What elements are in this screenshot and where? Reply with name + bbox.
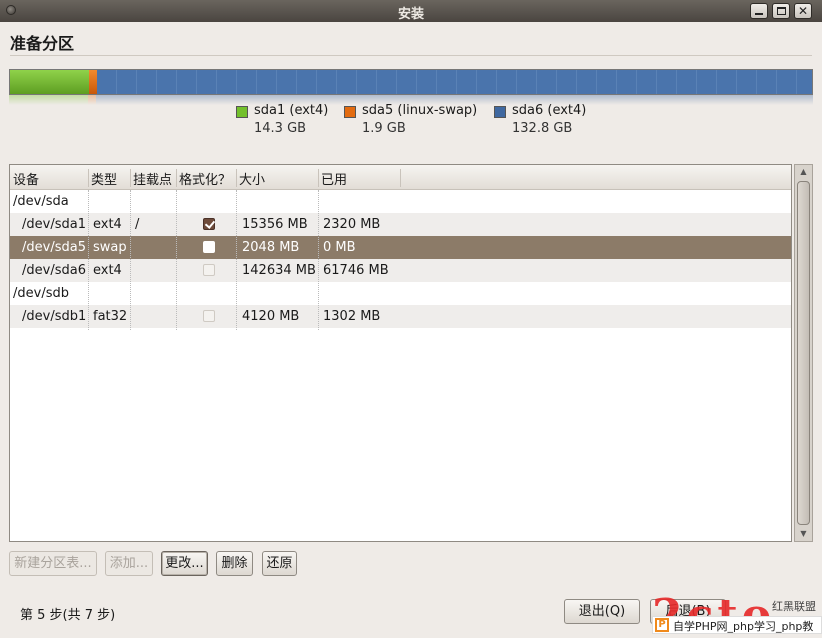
quit-button[interactable]: 退出(Q) xyxy=(564,599,640,624)
cell-type: ext4 xyxy=(93,263,122,278)
minimize-icon xyxy=(755,13,763,15)
minimize-button[interactable] xyxy=(750,3,768,19)
legend-swatch xyxy=(236,106,248,118)
column-header-size[interactable]: 大小 xyxy=(239,169,265,188)
cell-mount: / xyxy=(135,217,140,232)
maximize-icon xyxy=(777,7,786,15)
delete-partition-button[interactable]: 删除 xyxy=(216,551,253,576)
legend-size: 132.8 GB xyxy=(512,121,573,136)
revert-button[interactable]: 还原 xyxy=(262,551,297,576)
new-partition-table-button[interactable]: 新建分区表... xyxy=(9,551,97,576)
cell-device: /dev/sda5 xyxy=(22,240,86,255)
legend-name: sda6 (ext4) xyxy=(512,103,587,118)
format-checkbox[interactable] xyxy=(203,241,215,253)
scroll-up-icon[interactable]: ▲ xyxy=(795,165,812,179)
scroll-down-icon[interactable]: ▼ xyxy=(795,527,812,541)
cell-used: 61746 MB xyxy=(323,263,389,278)
table-row[interactable]: /dev/sdb xyxy=(10,282,791,305)
step-indicator: 第 5 步(共 7 步) xyxy=(20,608,116,623)
cell-size: 15356 MB xyxy=(242,217,308,232)
legend-size: 14.3 GB xyxy=(254,121,307,136)
watermark-strip-text: 自学PHP网_php学习_php教 xyxy=(673,620,814,633)
scroll-thumb[interactable] xyxy=(797,181,810,525)
table-row-selected[interactable]: /dev/sda5 swap 2048 MB 0 MB xyxy=(10,236,791,259)
cell-type: swap xyxy=(93,240,127,255)
add-partition-button[interactable]: 添加... xyxy=(105,551,153,576)
cell-device: /dev/sda6 xyxy=(22,263,86,278)
table-row[interactable]: /dev/sdb1 fat32 4120 MB 1302 MB xyxy=(10,305,791,328)
watermark-p-icon: P xyxy=(655,618,669,632)
heading-divider xyxy=(10,55,812,56)
legend-size: 1.9 GB xyxy=(362,121,406,136)
watermark-strip: P 自学PHP网_php学习_php教 xyxy=(652,616,822,634)
window-title: 安装 xyxy=(397,7,424,22)
cell-size: 142634 MB xyxy=(242,263,316,278)
close-icon: ✕ xyxy=(798,4,809,18)
format-checkbox xyxy=(203,264,215,276)
table-row[interactable]: /dev/sda1 ext4 / 15356 MB 2320 MB xyxy=(10,213,791,236)
column-header-format[interactable]: 格式化？ xyxy=(179,169,231,188)
watermark: 2cto 红黑联盟 P 自学PHP网_php学习_php教 xyxy=(652,590,822,638)
legend-swatch xyxy=(344,106,356,118)
watermark-corner-text: 红黑联盟 xyxy=(772,600,816,613)
change-partition-button[interactable]: 更改... xyxy=(161,551,208,576)
column-header-device[interactable]: 设备 xyxy=(13,169,39,188)
format-checkbox xyxy=(203,310,215,322)
table-header: 设备 类型 挂载点 格式化？ 大小 已用 xyxy=(10,165,791,190)
page-title: 准备分区 xyxy=(10,34,75,53)
partition-bar xyxy=(9,69,813,95)
cell-device: /dev/sdb1 xyxy=(22,309,87,324)
cell-device: /dev/sdb xyxy=(13,286,69,301)
partition-bar-sda1 xyxy=(10,70,89,94)
cell-used: 0 MB xyxy=(323,240,356,255)
cell-used: 2320 MB xyxy=(323,217,381,232)
cell-size: 2048 MB xyxy=(242,240,300,255)
column-header-mount[interactable]: 挂载点 xyxy=(133,169,172,188)
table-row[interactable]: /dev/sda xyxy=(10,190,791,213)
cell-device: /dev/sda1 xyxy=(22,217,86,232)
cell-device: /dev/sda xyxy=(13,194,69,209)
partition-table[interactable]: 设备 类型 挂载点 格式化？ 大小 已用 /dev/sda /dev/sda1 … xyxy=(9,164,792,542)
cell-size: 4120 MB xyxy=(242,309,300,324)
column-header-used[interactable]: 已用 xyxy=(321,169,347,188)
cell-type: ext4 xyxy=(93,217,122,232)
table-scrollbar[interactable]: ▲ ▼ xyxy=(794,164,813,542)
partition-bar-sda6 xyxy=(97,70,812,94)
cell-type: fat32 xyxy=(93,309,128,324)
partition-bar-sda5 xyxy=(89,70,97,94)
column-header-type[interactable]: 类型 xyxy=(91,169,117,188)
legend-name: sda5 (linux-swap) xyxy=(362,103,478,118)
window-titlebar: 安装 ✕ xyxy=(0,0,822,22)
table-row[interactable]: /dev/sda6 ext4 142634 MB 61746 MB xyxy=(10,259,791,282)
legend-name: sda1 (ext4) xyxy=(254,103,329,118)
close-button[interactable]: ✕ xyxy=(794,3,812,19)
legend-swatch xyxy=(494,106,506,118)
cell-used: 1302 MB xyxy=(323,309,381,324)
format-checkbox[interactable] xyxy=(203,218,215,230)
maximize-button[interactable] xyxy=(772,3,790,19)
